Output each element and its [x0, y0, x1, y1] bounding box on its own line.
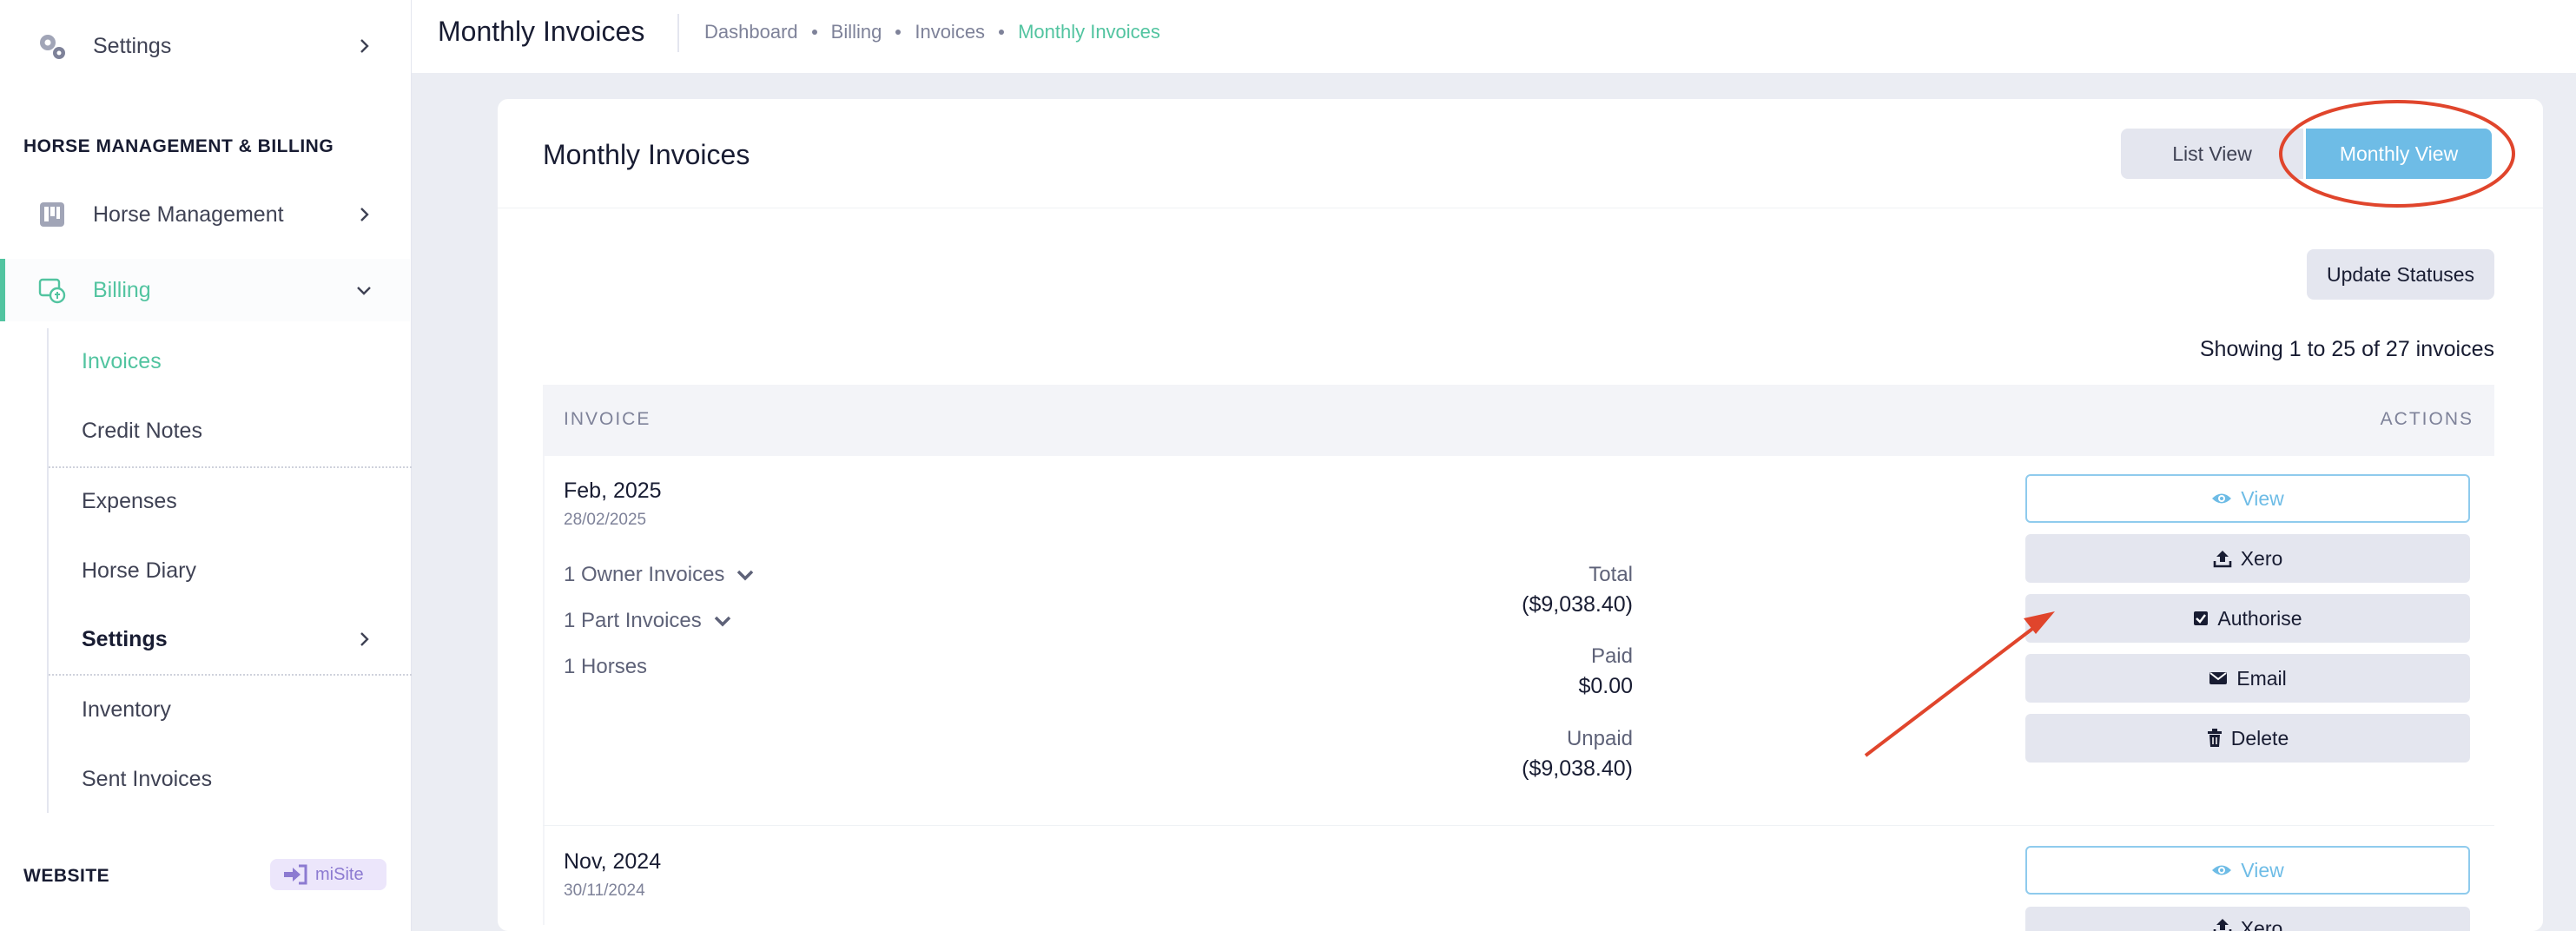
pagination-summary: Showing 1 to 25 of 27 invoices: [2199, 337, 2494, 361]
xero-label: Xero: [2240, 546, 2283, 570]
breadcrumb-dashboard[interactable]: Dashboard: [704, 21, 798, 43]
authorise-label: Authorise: [2217, 606, 2302, 630]
xero-button[interactable]: Xero: [2025, 534, 2470, 583]
view-label: View: [2241, 858, 2284, 881]
envelope-icon: [2209, 672, 2228, 684]
owner-invoices-label: 1 Owner Invoices: [564, 563, 725, 586]
sidebar-item-horse-management[interactable]: Horse Management: [0, 183, 410, 246]
part-invoices-toggle[interactable]: 1 Part Invoices: [564, 609, 731, 633]
eye-icon: [2212, 865, 2232, 875]
sidebar-sub-expenses[interactable]: Expenses: [82, 489, 177, 514]
total-value: ($9,038.40): [1522, 592, 1633, 617]
invoice-date: 30/11/2024: [564, 881, 645, 900]
sidebar-item-settings-top[interactable]: Settings: [0, 15, 410, 77]
card-header: Monthly Invoices List View Monthly View: [498, 99, 2543, 208]
check-square-icon: [2194, 611, 2209, 625]
xero-label: Xero: [2240, 917, 2283, 931]
sidebar-item-label: Settings: [93, 33, 172, 58]
unpaid-label: Unpaid: [1566, 727, 1633, 750]
breadcrumb-billing[interactable]: Billing: [831, 21, 882, 43]
table-left-border: [543, 456, 545, 925]
view-button[interactable]: View: [2025, 474, 2470, 523]
breadcrumb-current: Monthly Invoices: [1018, 21, 1160, 43]
chevron-right-icon: [360, 39, 369, 53]
view-button[interactable]: View: [2025, 846, 2470, 895]
column-header-invoice: INVOICE: [564, 409, 651, 429]
breadcrumb: Dashboard Billing Invoices Monthly Invoi…: [704, 21, 1160, 43]
view-label: View: [2241, 486, 2284, 510]
email-label: Email: [2236, 666, 2287, 690]
column-header-actions: ACTIONS: [2380, 409, 2474, 429]
sign-in-icon: [284, 864, 307, 885]
paid-label: Paid: [1590, 644, 1633, 668]
breadcrumb-dot: [895, 30, 902, 35]
sidebar-item-billing[interactable]: Billing: [0, 259, 410, 321]
unpaid-value: ($9,038.40): [1522, 756, 1633, 781]
row-divider: [543, 825, 2494, 826]
breadcrumb-dot: [999, 30, 1005, 35]
invoice-date: 28/02/2025: [564, 511, 647, 529]
sidebar-sub-sent-invoices[interactable]: Sent Invoices: [82, 767, 212, 792]
card-title: Monthly Invoices: [543, 139, 750, 170]
sidebar-sub-settings[interactable]: Settings: [82, 627, 168, 652]
trash-icon: [2207, 729, 2222, 747]
sidebar-sub-horse-diary[interactable]: Horse Diary: [82, 558, 196, 584]
email-button[interactable]: Email: [2025, 654, 2470, 703]
breadcrumb-dot: [811, 30, 817, 35]
invoices-card: Monthly Invoices List View Monthly View …: [498, 99, 2543, 931]
header-separator: [677, 14, 679, 52]
invoice-month: Nov, 2024: [564, 849, 662, 874]
delete-button[interactable]: Delete: [2025, 714, 2470, 763]
sidebar-sub-invoices[interactable]: Invoices: [82, 349, 162, 374]
monthly-view-button[interactable]: Monthly View: [2306, 129, 2492, 179]
authorise-button[interactable]: Authorise: [2025, 594, 2470, 643]
chevron-down-icon: [737, 570, 754, 581]
sidebar-sub-credit-notes[interactable]: Credit Notes: [82, 419, 202, 444]
sidebar: Settings HORSE MANAGEMENT & BILLING Hors…: [0, 0, 412, 931]
owner-invoices-toggle[interactable]: 1 Owner Invoices: [564, 563, 754, 587]
paid-value: $0.00: [1578, 674, 1633, 698]
section-title-horse-management-billing: HORSE MANAGEMENT & BILLING: [23, 136, 334, 156]
section-title-website: WEBSITE: [23, 866, 110, 886]
submenu-divider: [49, 674, 412, 676]
billing-icon: [38, 278, 66, 304]
delete-label: Delete: [2230, 726, 2289, 749]
misite-button[interactable]: miSite: [270, 859, 386, 890]
submenu-divider: [49, 466, 412, 468]
list-view-button[interactable]: List View: [2121, 129, 2303, 179]
sidebar-item-label: Horse Management: [93, 201, 284, 227]
horses-count: 1 Horses: [564, 655, 647, 679]
misite-label: miSite: [315, 864, 364, 884]
total-label: Total: [1589, 563, 1633, 586]
sidebar-item-label: Billing: [93, 277, 151, 302]
top-bar: Monthly Invoices Dashboard Billing Invoi…: [412, 0, 2576, 73]
sidebar-sub-inventory[interactable]: Inventory: [82, 697, 171, 723]
part-invoices-label: 1 Part Invoices: [564, 609, 702, 632]
board-icon: [40, 202, 64, 227]
gears-icon: [40, 35, 65, 59]
chevron-down-icon: [714, 616, 730, 627]
chevron-right-icon: [360, 208, 369, 221]
invoice-month: Feb, 2025: [564, 479, 662, 503]
chevron-right-icon: [360, 632, 369, 646]
active-indicator: [0, 259, 5, 321]
upload-icon: [2213, 551, 2232, 568]
upload-icon: [2213, 919, 2232, 931]
horses-label: 1 Horses: [564, 655, 648, 678]
submenu-guide-line: [47, 328, 49, 813]
chevron-down-icon: [357, 287, 371, 295]
breadcrumb-invoices[interactable]: Invoices: [915, 21, 985, 43]
xero-button[interactable]: Xero: [2025, 907, 2470, 931]
eye-icon: [2212, 493, 2232, 504]
update-statuses-button[interactable]: Update Statuses: [2307, 249, 2494, 300]
page-title: Monthly Invoices: [438, 16, 645, 47]
table-header: INVOICE ACTIONS: [543, 385, 2494, 456]
